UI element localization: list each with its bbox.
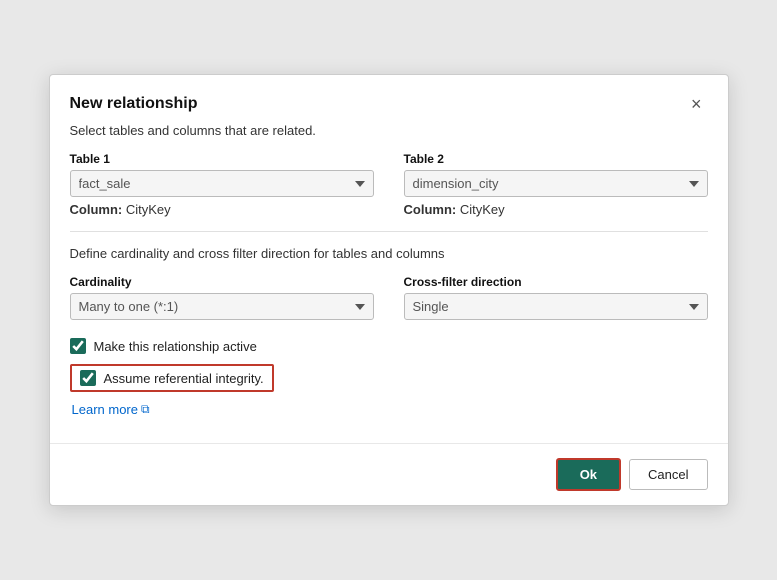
- new-relationship-dialog: New relationship × Select tables and col…: [49, 74, 729, 506]
- tables-row: Table 1 fact_sale Column: CityKey Table …: [70, 152, 708, 217]
- crossfilter-section: Cross-filter direction SingleBoth: [404, 275, 708, 320]
- section-divider: [70, 231, 708, 232]
- integrity-box: Assume referential integrity.: [70, 364, 274, 392]
- active-checkbox-row: Make this relationship active: [70, 338, 708, 354]
- table2-column-info: Column: CityKey: [404, 202, 708, 217]
- dialog-header: New relationship ×: [50, 75, 728, 123]
- table2-dropdown[interactable]: dimension_city: [404, 170, 708, 197]
- table2-column-label: Column:: [404, 202, 457, 217]
- table1-column-info: Column: CityKey: [70, 202, 374, 217]
- cardinality-section: Cardinality Many to one (*:1)One to many…: [70, 275, 374, 320]
- table1-dropdown[interactable]: fact_sale: [70, 170, 374, 197]
- table1-label: Table 1: [70, 152, 374, 166]
- learn-more-label: Learn more: [72, 402, 138, 417]
- dialog-title: New relationship: [70, 95, 198, 113]
- external-link-icon: ⧉: [141, 402, 150, 417]
- learn-more-row: Learn more ⧉: [70, 402, 708, 417]
- dialog-body: Table 1 fact_sale Column: CityKey Table …: [50, 152, 728, 443]
- table2-section: Table 2 dimension_city Column: CityKey: [404, 152, 708, 217]
- close-button[interactable]: ×: [685, 93, 708, 115]
- table2-label: Table 2: [404, 152, 708, 166]
- crossfilter-dropdown[interactable]: SingleBoth: [404, 293, 708, 320]
- table2-column-value: CityKey: [460, 202, 505, 217]
- cancel-button[interactable]: Cancel: [629, 459, 707, 490]
- table1-section: Table 1 fact_sale Column: CityKey: [70, 152, 374, 217]
- integrity-checkbox[interactable]: [80, 370, 96, 386]
- integrity-checkbox-row: Assume referential integrity.: [70, 364, 708, 392]
- ok-button[interactable]: Ok: [556, 458, 621, 491]
- cardinality-row: Cardinality Many to one (*:1)One to many…: [70, 275, 708, 320]
- integrity-checkbox-label: Assume referential integrity.: [104, 371, 264, 386]
- crossfilter-label: Cross-filter direction: [404, 275, 708, 289]
- table1-column-value: CityKey: [126, 202, 171, 217]
- dialog-footer: Ok Cancel: [50, 443, 728, 505]
- active-checkbox-label: Make this relationship active: [94, 339, 257, 354]
- cardinality-description: Define cardinality and cross filter dire…: [70, 246, 708, 261]
- cardinality-dropdown[interactable]: Many to one (*:1)One to many (1:*)One to…: [70, 293, 374, 320]
- learn-more-link[interactable]: Learn more ⧉: [72, 402, 150, 417]
- dialog-subtitle: Select tables and columns that are relat…: [50, 123, 728, 152]
- table1-column-label: Column:: [70, 202, 123, 217]
- cardinality-label: Cardinality: [70, 275, 374, 289]
- active-checkbox[interactable]: [70, 338, 86, 354]
